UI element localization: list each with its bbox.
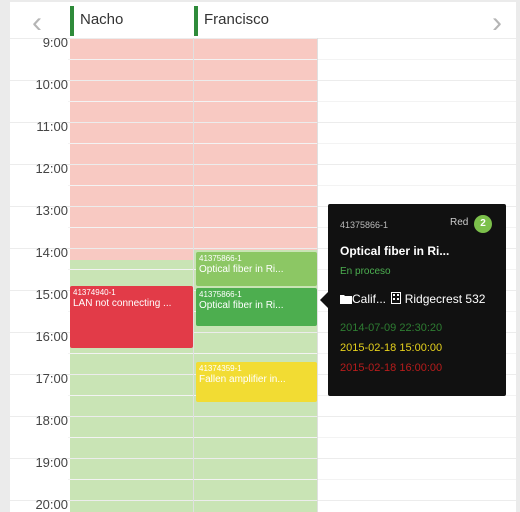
popup-location-city: Ridgecrest 532 [404, 292, 486, 306]
column-header-francisco[interactable]: Francisco [194, 6, 269, 36]
column-header-nacho[interactable]: Nacho [70, 6, 123, 36]
column-header-label: Francisco [204, 11, 270, 28]
popup-count-badge: 2 [474, 215, 492, 233]
column-divider [193, 38, 194, 512]
time-label: 19:00 [35, 455, 68, 470]
event-detail-popup[interactable]: 41375866-1 Red 2 Optical fiber in Ri... … [320, 204, 506, 396]
time-label: 15:00 [35, 287, 68, 302]
popup-location: Calif... Ridgecrest 532 [340, 292, 485, 306]
event-optical-fiber-selected[interactable]: 41375866-1 Optical fiber in Ri... [196, 288, 317, 326]
event-title: Optical fiber in Ri... [199, 264, 284, 275]
time-label: 18:00 [35, 413, 68, 428]
popup-group: Red [450, 217, 469, 228]
time-label: 14:00 [35, 245, 68, 260]
popup-location-state: Calif... [352, 292, 387, 306]
event-id: 41375866-1 [199, 290, 242, 299]
time-label: 17:00 [35, 371, 68, 386]
building-icon [391, 292, 402, 304]
column-divider [317, 38, 318, 512]
time-label: 13:00 [35, 203, 68, 218]
folder-icon [340, 295, 352, 304]
previous-arrow-icon[interactable]: ‹ [32, 8, 42, 38]
popup-date-end: 2015-02-18 16:00:00 [340, 362, 443, 374]
time-label: 9:00 [42, 35, 68, 50]
event-title: LAN not connecting ... [73, 298, 172, 309]
event-id: 41374359-1 [199, 364, 242, 373]
popup-date-start: 2015-02-18 15:00:00 [340, 342, 443, 354]
next-arrow-icon[interactable]: › [492, 8, 502, 38]
time-label: 12:00 [35, 161, 68, 176]
event-lan-not-connecting[interactable]: 41374940-1 LAN not connecting ... [70, 286, 193, 348]
popup-date-created: 2014-07-09 22:30:20 [340, 322, 443, 334]
unavailable-block [194, 38, 317, 250]
event-id: 41374940-1 [73, 288, 116, 297]
popup-event-id: 41375866-1 [340, 220, 389, 230]
calendar-header: ‹ Nacho Francisco › [10, 2, 516, 39]
time-label: 11:00 [36, 119, 68, 134]
popup-title: Optical fiber in Ri... [340, 244, 450, 258]
event-fallen-amplifier[interactable]: 41374359-1 Fallen amplifier in... [196, 362, 317, 402]
event-title: Fallen amplifier in... [199, 374, 286, 385]
calendar-frame: ‹ Nacho Francisco › 9:00 10:00 11:00 12:… [10, 2, 516, 512]
event-id: 41375866-1 [199, 254, 242, 263]
time-label: 20:00 [35, 497, 68, 512]
time-label: 16:00 [35, 329, 68, 344]
event-optical-fiber[interactable]: 41375866-1 Optical fiber in Ri... [196, 252, 317, 286]
column-header-label: Nacho [80, 11, 124, 28]
time-label: 10:00 [35, 77, 68, 92]
event-title: Optical fiber in Ri... [199, 300, 284, 311]
popup-status: En proceso [340, 266, 391, 277]
